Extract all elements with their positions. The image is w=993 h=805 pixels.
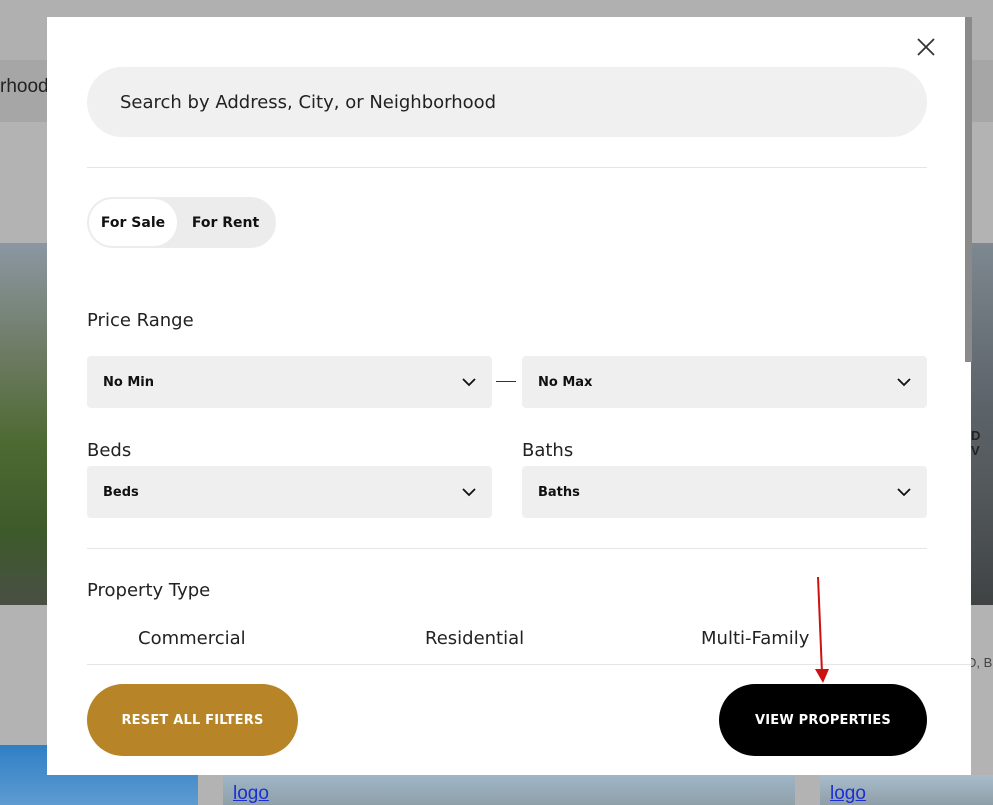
chevron-down-icon bbox=[462, 487, 476, 497]
reset-filters-button[interactable]: RESET ALL FILTERS bbox=[87, 684, 298, 756]
price-range-label: Price Range bbox=[87, 310, 194, 331]
annotation-arrow-icon bbox=[815, 576, 829, 683]
price-max-select[interactable]: No Max bbox=[522, 356, 927, 408]
close-icon bbox=[917, 38, 935, 56]
listing-photo-right-text: D V bbox=[971, 428, 982, 458]
beds-select[interactable]: Beds bbox=[87, 466, 492, 518]
listing-photo-bottom-middle[interactable] bbox=[223, 775, 795, 805]
for-sale-option[interactable]: For Sale bbox=[89, 199, 177, 246]
price-min-select[interactable]: No Min bbox=[87, 356, 492, 408]
view-properties-button[interactable]: VIEW PROPERTIES bbox=[719, 684, 927, 756]
listing-photo-right[interactable] bbox=[971, 243, 993, 605]
close-button[interactable] bbox=[915, 36, 937, 58]
divider bbox=[87, 548, 927, 549]
property-type-label: Property Type bbox=[87, 580, 211, 601]
for-rent-option[interactable]: For Rent bbox=[177, 199, 274, 246]
beds-label: Beds bbox=[87, 440, 132, 461]
listing-photo-left[interactable] bbox=[0, 243, 47, 605]
listing-type-toggle: For Sale For Rent bbox=[87, 197, 276, 248]
search-field[interactable] bbox=[87, 67, 927, 137]
page-scrollbar[interactable] bbox=[965, 17, 972, 362]
price-max-value: No Max bbox=[538, 374, 593, 390]
listing-logo-link[interactable]: logo bbox=[233, 783, 269, 805]
search-input[interactable] bbox=[120, 91, 927, 113]
baths-select[interactable]: Baths bbox=[522, 466, 927, 518]
beds-value: Beds bbox=[103, 484, 139, 500]
divider bbox=[87, 167, 927, 168]
chevron-down-icon bbox=[897, 487, 911, 497]
baths-value: Baths bbox=[538, 484, 580, 500]
property-type-multi-family[interactable]: Multi-Family bbox=[701, 628, 809, 649]
property-type-residential[interactable]: Residential bbox=[425, 628, 524, 649]
baths-label: Baths bbox=[522, 440, 574, 461]
divider bbox=[87, 664, 971, 665]
chevron-down-icon bbox=[897, 377, 911, 387]
listing-logo-link[interactable]: logo bbox=[830, 783, 866, 805]
price-min-value: No Min bbox=[103, 374, 154, 390]
chevron-down-icon bbox=[462, 377, 476, 387]
page-band-text: rhood bbox=[0, 76, 49, 97]
property-type-commercial[interactable]: Commercial bbox=[138, 628, 246, 649]
price-range-separator bbox=[496, 381, 516, 382]
